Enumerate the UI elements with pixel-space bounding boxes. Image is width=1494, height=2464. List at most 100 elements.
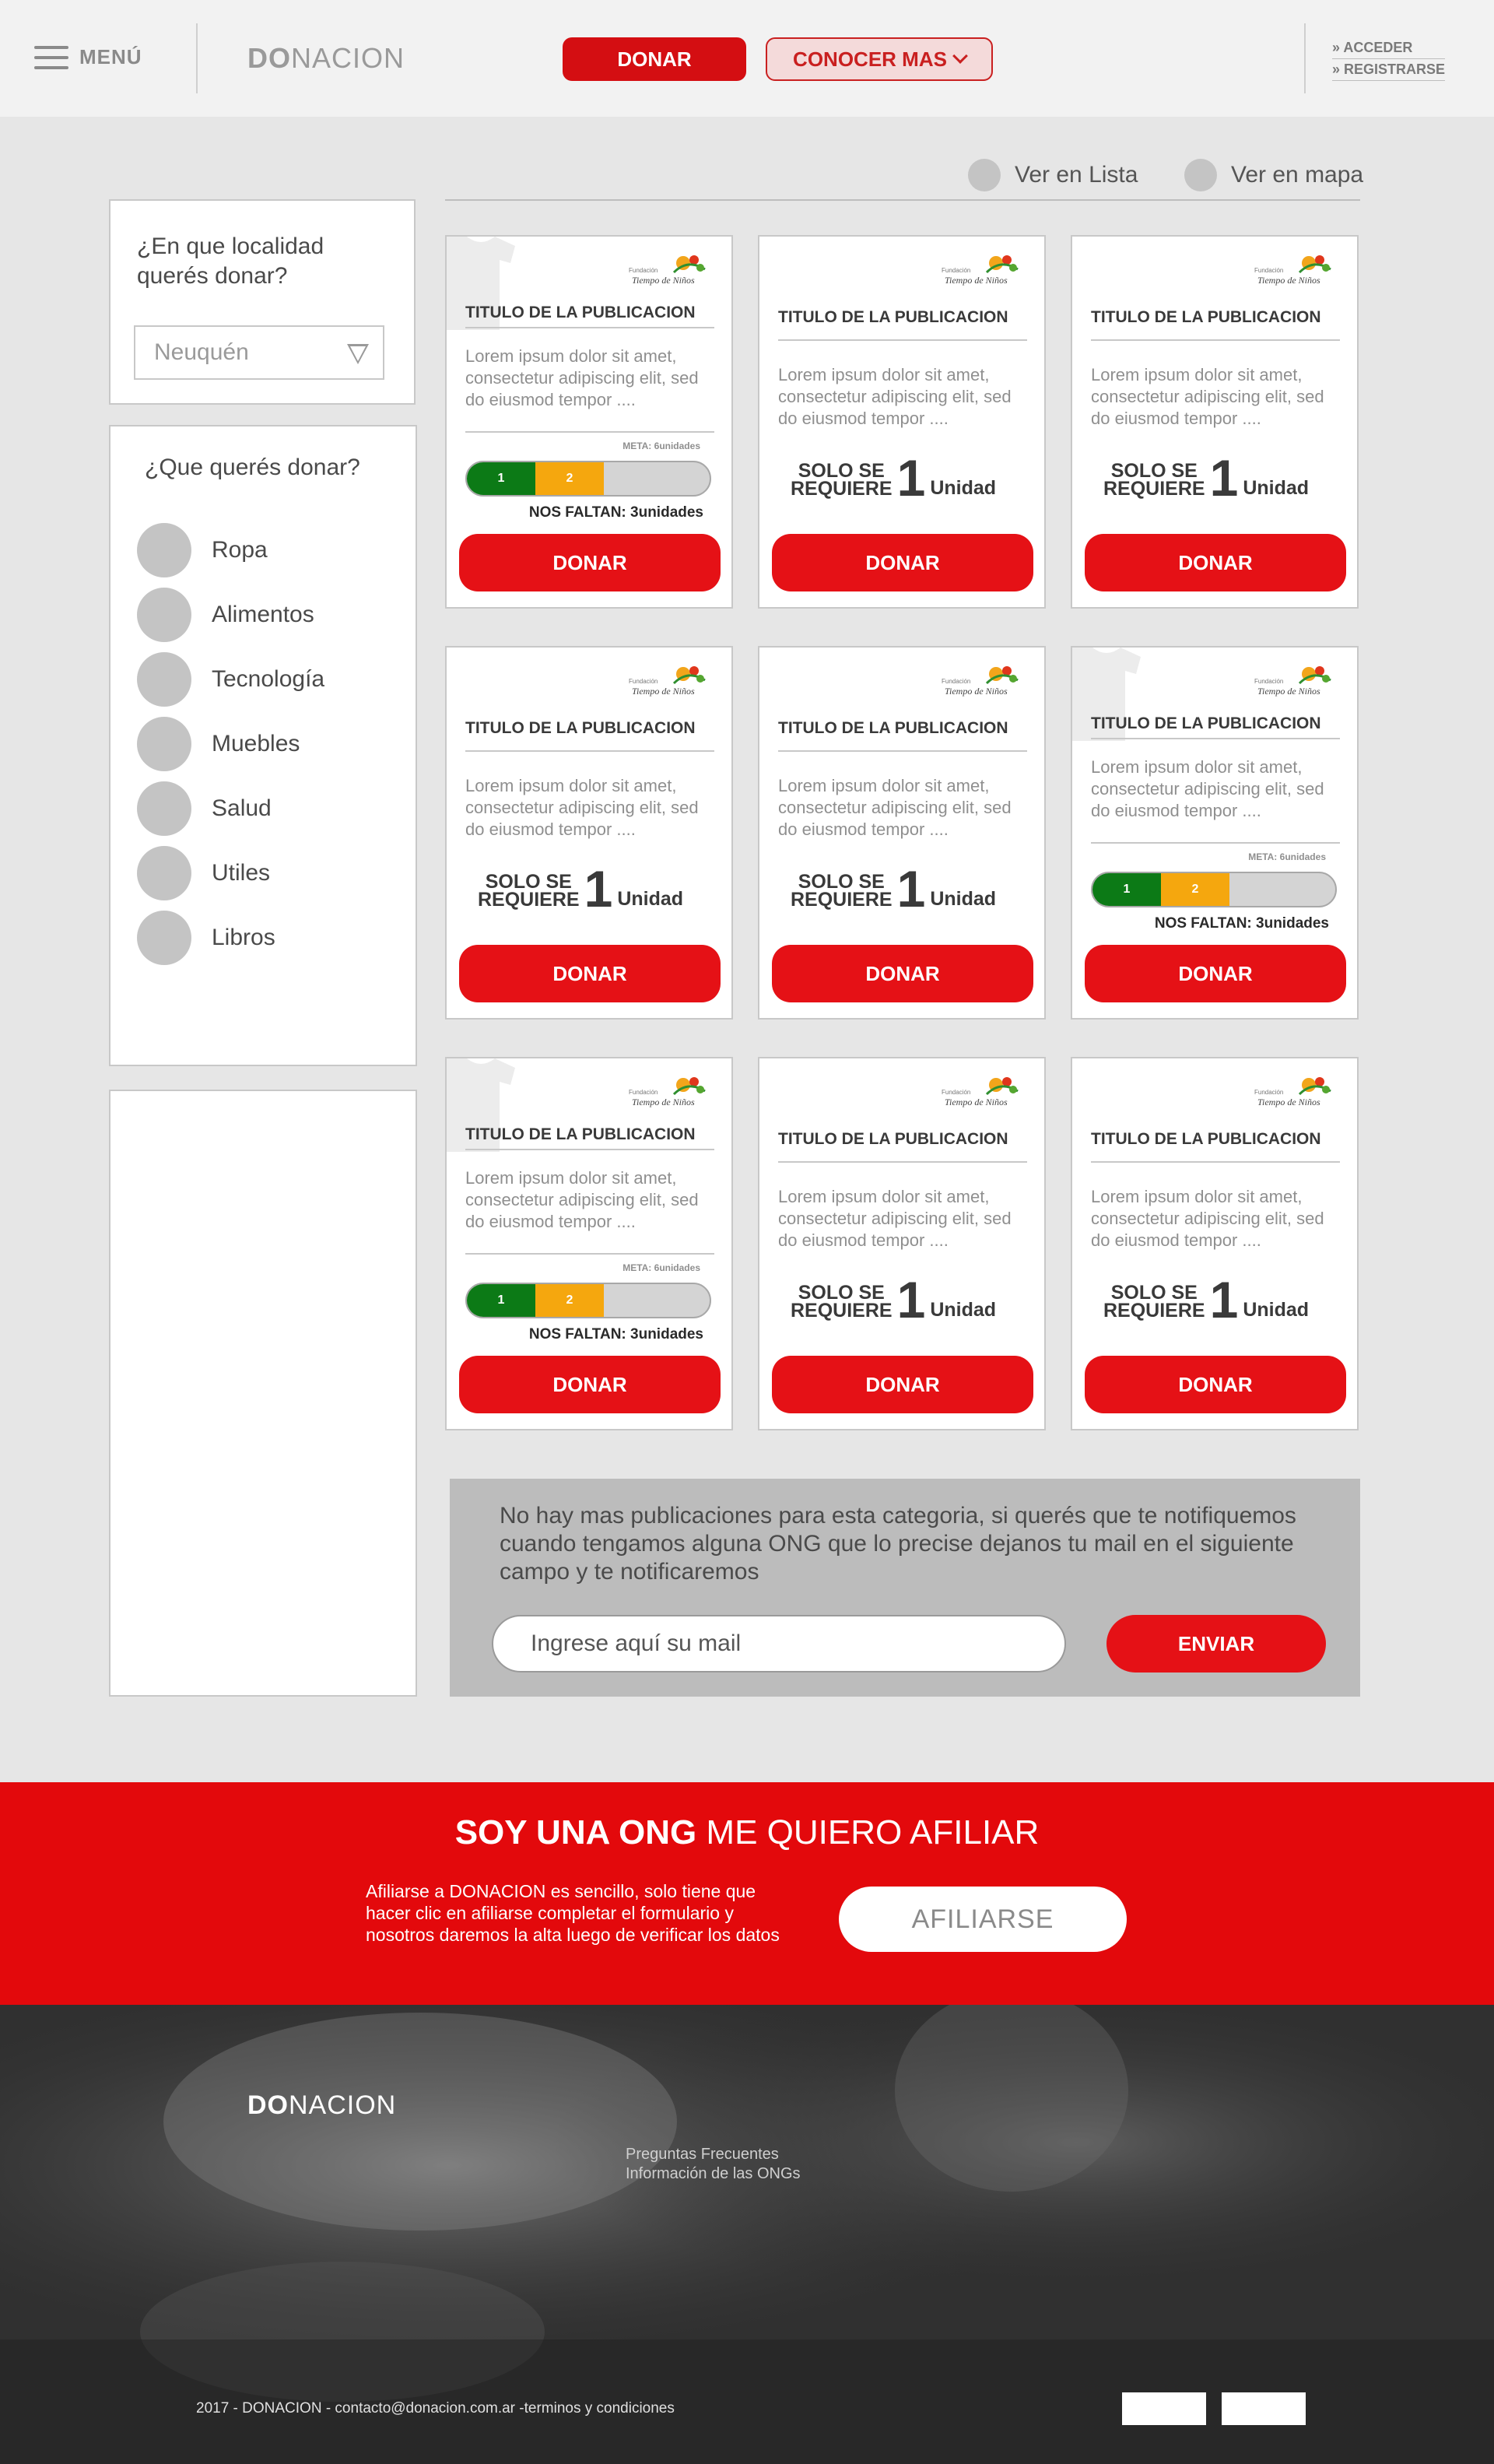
donar-button[interactable]: DONAR (459, 534, 721, 591)
banner-title-bold: SOY UNA ONG (454, 1813, 697, 1852)
category-item-ropa[interactable]: Ropa (137, 523, 268, 577)
card-description: Lorem ipsum dolor sit amet, consectetur … (1091, 365, 1324, 428)
logo-bold: DO (247, 42, 291, 74)
required-quantity: SOLO SE REQUIERE 1 Unidad (1103, 452, 1309, 504)
faltan-label: NOS FALTAN: 3unidades (528, 1326, 703, 1343)
radio-icon (1184, 159, 1217, 191)
ong-info-link[interactable]: Información de las ONGs (626, 2164, 801, 2184)
faq-link[interactable]: Preguntas Frecuentes (626, 2145, 801, 2164)
divider (465, 431, 714, 433)
social-button[interactable] (1222, 2392, 1306, 2425)
category-item-tecnologia[interactable]: Tecnología (137, 652, 324, 707)
card-title: TITULO DE LA PUBLICACION (778, 1130, 1008, 1148)
divider (1091, 339, 1340, 341)
category-item-utiles[interactable]: Utiles (137, 846, 270, 900)
svg-text:Tiempo de Niños: Tiempo de Niños (632, 1097, 695, 1107)
org-logo: FundaciónTiempo de Niños (942, 1077, 1019, 1107)
category-item-salud[interactable]: Salud (137, 781, 272, 836)
progress-step-1: 1 (467, 1284, 535, 1317)
publication-card: Fundación Tiempo de Niños TITULO DE LA PUB… (1071, 1057, 1359, 1430)
divider (778, 1161, 1027, 1163)
email-field[interactable]: Ingrese aquí su mail (492, 1615, 1066, 1673)
progress-bar: 12 (465, 1283, 711, 1318)
donar-button[interactable]: DONAR (772, 1356, 1033, 1413)
category-question: ¿Que querés donar? (145, 455, 360, 480)
svg-text:Fundación: Fundación (942, 1089, 970, 1096)
location-select[interactable]: Neuquén (134, 325, 384, 380)
card-title: TITULO DE LA PUBLICACION (465, 719, 696, 737)
quantity-number: 1 (896, 449, 926, 507)
card-title: TITULO DE LA PUBLICACION (1091, 1130, 1321, 1148)
meta-label: META: 6unidades (622, 441, 700, 451)
enviar-button[interactable]: ENVIAR (1106, 1615, 1326, 1673)
category-icon (137, 523, 191, 577)
svg-text:Tiempo de Niños: Tiempo de Niños (945, 275, 1008, 286)
solo-text: SOLO SE REQUIERE (478, 872, 580, 910)
donar-button[interactable]: DONAR (563, 37, 746, 81)
solo-text: SOLO SE REQUIERE (791, 872, 893, 911)
afiliarse-button[interactable]: AFILIARSE (839, 1887, 1127, 1952)
card-description: Lorem ipsum dolor sit amet, consectetur … (778, 365, 1012, 428)
category-label: Tecnología (212, 666, 325, 692)
hamburger-icon (34, 45, 68, 69)
progress-step-1: 1 (1092, 873, 1161, 906)
quantity-unit: Unidad (930, 1299, 997, 1321)
registrarse-link[interactable]: » REGISTRARSE (1332, 59, 1446, 81)
solo-text: SOLO SE REQUIERE (1103, 462, 1205, 499)
category-icon (137, 588, 191, 642)
svg-text:Tiempo de Niños: Tiempo de Niños (1257, 1097, 1320, 1107)
category-label: Utiles (212, 860, 271, 886)
svg-text:Fundación: Fundación (1254, 267, 1283, 274)
category-label: Muebles (212, 731, 300, 756)
category-label: Alimentos (212, 602, 314, 627)
progress-step-2: 2 (535, 462, 604, 495)
view-list-option[interactable]: Ver en Lista (968, 159, 1138, 191)
progress-step-1: 1 (467, 462, 535, 495)
logo-rest: NACION (291, 42, 405, 74)
donar-button[interactable]: DONAR (772, 534, 1033, 591)
quantity-unit: Unidad (617, 888, 684, 910)
category-icon (137, 652, 191, 707)
donar-button[interactable]: DONAR (772, 945, 1033, 1002)
footer-logo[interactable]: DONACION (247, 2090, 396, 2121)
divider (778, 750, 1027, 752)
category-icon (137, 781, 191, 836)
view-map-option[interactable]: Ver en mapa (1184, 159, 1363, 191)
publication-card: Fundación Tiempo de Niños TITULO DE LA PUB… (758, 1057, 1046, 1430)
solo-text: SOLO SE REQUIERE (791, 462, 893, 500)
category-item-libros[interactable]: Libros (137, 911, 275, 965)
publication-card: Fundación Tiempo de Niños TITULO DE LA PUB… (758, 646, 1046, 1020)
donar-button[interactable]: DONAR (1085, 534, 1346, 591)
location-value: Neuquén (154, 339, 249, 365)
divider (1091, 1161, 1340, 1163)
conocer-mas-label: CONOCER MAS (793, 47, 947, 71)
donar-button[interactable]: DONAR (459, 945, 721, 1002)
category-item-alimentos[interactable]: Alimentos (137, 588, 314, 642)
card-title: TITULO DE LA PUBLICACION (465, 1125, 696, 1143)
publication-card: Fundación Tiempo de Niños TITULO DE LA PUB… (445, 646, 733, 1020)
org-logo: FundaciónTiempo de Niños (942, 255, 1019, 286)
footer-links: Preguntas Frecuentes Información de las … (626, 2145, 801, 2184)
donar-button[interactable]: DONAR (459, 1356, 721, 1413)
quantity-number: 1 (584, 860, 613, 918)
location-question: ¿En que localidad querés donar? (137, 233, 324, 289)
category-label: Ropa (212, 537, 268, 563)
card-title: TITULO DE LA PUBLICACION (778, 308, 1008, 326)
card-title: TITULO DE LA PUBLICACION (465, 304, 696, 321)
copyright: 2017 - DONACION - contacto@donacion.com.… (196, 2400, 675, 2417)
conocer-mas-button[interactable]: CONOCER MAS (766, 37, 993, 81)
category-item-muebles[interactable]: Muebles (137, 717, 300, 771)
solo-line-2: REQUIERE (791, 478, 893, 500)
acceder-link[interactable]: » ACCEDER (1332, 37, 1446, 59)
menu-button[interactable]: MENÚ (34, 45, 142, 69)
location-panel: ¿En que localidad querés donar? Neuquén (109, 199, 416, 405)
divider (1304, 23, 1306, 93)
card-description: Lorem ipsum dolor sit amet, consectetur … (465, 1168, 699, 1231)
solo-line-2: REQUIERE (791, 889, 893, 911)
donar-button[interactable]: DONAR (1085, 1356, 1346, 1413)
logo[interactable]: DONACION (247, 42, 405, 75)
donar-button[interactable]: DONAR (1085, 945, 1346, 1002)
faltan-label: NOS FALTAN: 3unidades (1154, 915, 1329, 932)
footer-logo-bold: DO (247, 2090, 289, 2120)
social-button[interactable] (1122, 2392, 1206, 2425)
